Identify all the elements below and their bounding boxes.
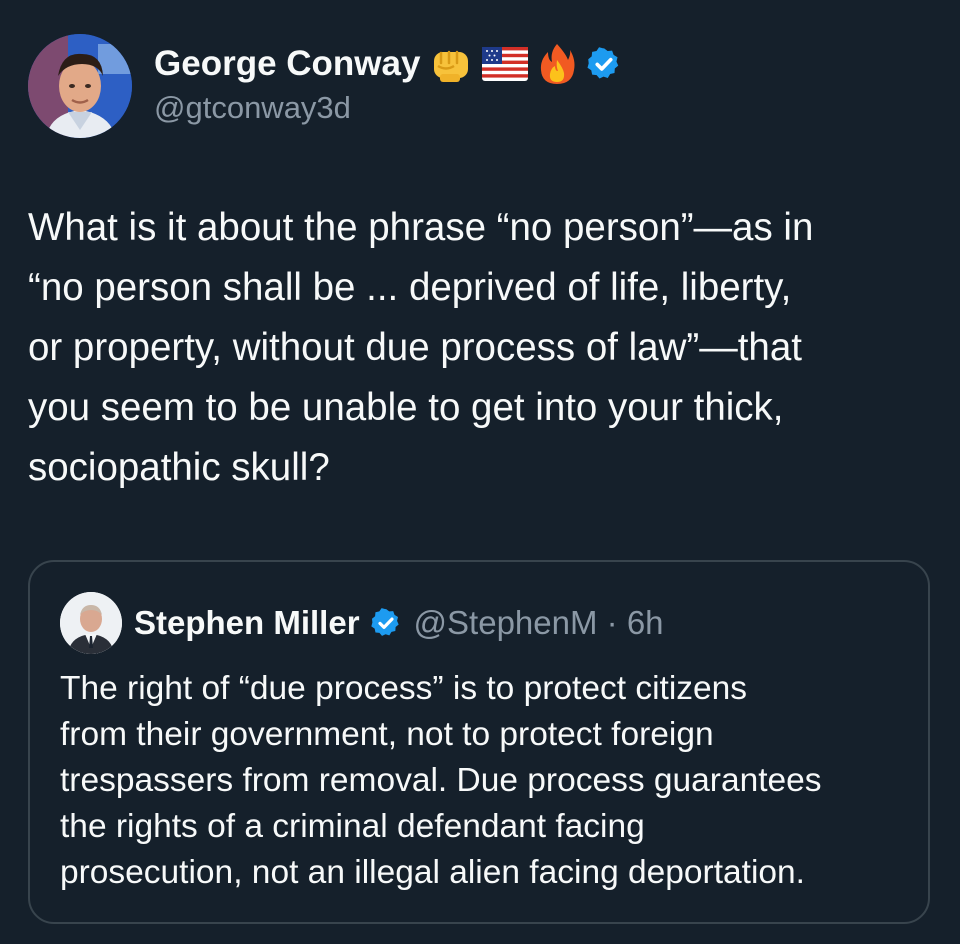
fist-icon (430, 44, 472, 84)
fire-icon (538, 42, 576, 86)
quoted-tweet-text: The right of “due process” is to protect… (60, 666, 920, 896)
tweet-text-line: “no person shall be ... deprived of life… (28, 266, 792, 309)
author-avatar[interactable] (28, 34, 132, 138)
quoted-text-line: The right of “due process” is to protect… (60, 670, 748, 707)
quoted-author-avatar[interactable] (60, 592, 122, 654)
author-display-name[interactable]: George Conway (154, 44, 420, 84)
quoted-text-line: the rights of a criminal defendant facin… (60, 808, 645, 845)
us-flag-icon (482, 47, 529, 81)
verified-badge-icon[interactable] (370, 607, 402, 639)
quoted-tweet[interactable]: Stephen Miller @StephenM · 6h The right … (28, 560, 930, 924)
quoted-text-line: prosecution, not an illegal alien facing… (60, 854, 805, 891)
timestamp-text: · 6h (606, 604, 664, 641)
author-names: George Conway @gtconway3d (154, 42, 622, 126)
author-handle[interactable]: @gtconway3d (154, 90, 622, 126)
tweet-text: What is it about the phrase “no person”—… (28, 198, 938, 498)
quoted-author-display-name[interactable]: Stephen Miller (134, 604, 360, 642)
quoted-text-line: from their government, not to protect fo… (60, 716, 714, 753)
quoted-tweet-timestamp[interactable]: · 6h (597, 604, 664, 642)
tweet-text-line: you seem to be unable to get into your t… (28, 386, 784, 429)
tweet-text-line: sociopathic skull? (28, 446, 330, 489)
verified-badge-icon[interactable] (586, 46, 622, 82)
tweet-text-line: What is it about the phrase “no person”—… (28, 206, 814, 249)
quoted-text-line: trespassers from removal. Due process gu… (60, 762, 822, 799)
quoted-author-handle[interactable]: @StephenM (414, 604, 598, 642)
quoted-tweet-header: Stephen Miller @StephenM · 6h (60, 592, 664, 654)
tweet-text-line: or property, without due process of law”… (28, 326, 802, 369)
